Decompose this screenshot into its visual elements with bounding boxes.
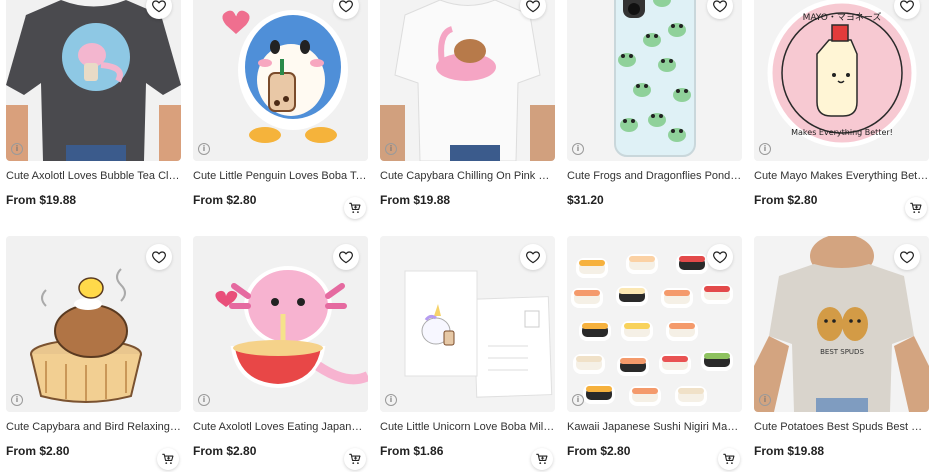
product-image[interactable]: BEST SPUDS i [754, 236, 929, 412]
product-price: From $19.88 [754, 444, 825, 458]
add-to-cart-icon[interactable] [905, 197, 927, 219]
product-title[interactable]: Cute Capybara Chilling On Pink Flamingo … [380, 170, 555, 182]
favorite-heart-icon[interactable] [707, 244, 733, 270]
penguin-sticker-image [193, 0, 368, 161]
product-card[interactable]: i Cute Capybara Chilling On Pink Flaming… [380, 0, 555, 221]
mayo-sticker-image: MAYO・マヨネーズ Makes Everything Better! [754, 0, 929, 161]
mayo-top-text: MAYO・マヨネーズ [803, 11, 882, 23]
product-title[interactable]: Kawaii Japanese Sushi Nigiri Maki Sticke… [567, 421, 742, 433]
product-price: From $2.80 [6, 444, 70, 458]
product-card[interactable]: i Cute Axolotl Loves Eating Japanese Ram… [193, 236, 368, 472]
info-icon[interactable]: i [572, 143, 584, 155]
product-card[interactable]: BEST SPUDS i Cute Potatoes Best Spuds Be… [754, 236, 929, 472]
add-to-cart-icon[interactable] [718, 448, 740, 470]
frog-phone-case-image [567, 0, 742, 161]
product-card[interactable]: i Cute Little Penguin Loves Boba Tea Sti… [193, 0, 368, 221]
product-image[interactable]: i [6, 0, 181, 161]
info-icon[interactable]: i [385, 143, 397, 155]
product-title[interactable]: Cute Axolotl Loves Eating Japanese Ramen… [193, 421, 368, 433]
product-title[interactable]: Cute Little Unicorn Love Boba Milk Tea P… [380, 421, 555, 433]
product-price: From $2.80 [193, 193, 257, 207]
product-price: From $1.86 [380, 444, 444, 458]
info-icon[interactable]: i [385, 394, 397, 406]
product-price: $31.20 [567, 193, 604, 207]
product-title[interactable]: Cute Little Penguin Loves Boba Tea Stick… [193, 170, 368, 182]
product-grid: i Cute Axolotl Loves Bubble Tea Classic … [0, 0, 937, 472]
product-card[interactable]: i Cute Frogs and Dragonflies Pond Phone … [567, 0, 742, 221]
info-icon[interactable]: i [759, 143, 771, 155]
add-to-cart-icon[interactable] [344, 448, 366, 470]
product-price: From $2.80 [193, 444, 257, 458]
product-image[interactable]: i [380, 236, 555, 412]
product-card[interactable]: i Kawaii Japanese Sushi Nigiri Maki Stic… [567, 236, 742, 472]
product-image[interactable]: i [193, 0, 368, 161]
product-image[interactable]: i [380, 0, 555, 161]
product-price: From $2.80 [754, 193, 818, 207]
product-card[interactable]: i Cute Axolotl Loves Bubble Tea Classic … [6, 0, 181, 221]
product-price: From $2.80 [567, 444, 631, 458]
favorite-heart-icon[interactable] [520, 244, 546, 270]
info-icon[interactable]: i [198, 143, 210, 155]
favorite-heart-icon[interactable] [146, 244, 172, 270]
product-price: From $19.88 [380, 193, 451, 207]
spuds-text: BEST SPUDS [820, 348, 864, 356]
product-card[interactable]: i Cute Little Unicorn Love Boba Milk Tea… [380, 236, 555, 472]
add-to-cart-icon[interactable] [157, 448, 179, 470]
axolotl-tshirt-image [6, 0, 181, 161]
product-image[interactable]: i [6, 236, 181, 412]
product-card[interactable]: MAYO・マヨネーズ Makes Everything Better! i Cu… [754, 0, 929, 221]
product-image[interactable]: i [567, 0, 742, 161]
product-title[interactable]: Cute Frogs and Dragonflies Pond Phone Ca… [567, 170, 742, 182]
info-icon[interactable]: i [11, 143, 23, 155]
product-price: From $19.88 [6, 193, 77, 207]
product-image[interactable]: i [567, 236, 742, 412]
info-icon[interactable]: i [759, 394, 771, 406]
info-icon[interactable]: i [198, 394, 210, 406]
add-to-cart-icon[interactable] [531, 448, 553, 470]
info-icon[interactable]: i [572, 394, 584, 406]
product-title[interactable]: Cute Potatoes Best Spuds Best Buds T-Shi… [754, 421, 929, 433]
product-title[interactable]: Cute Axolotl Loves Bubble Tea Classic T-… [6, 170, 181, 182]
capybara-tshirt-image [380, 0, 555, 161]
product-title[interactable]: Cute Capybara and Bird Relaxing in Onsen… [6, 421, 181, 433]
product-card[interactable]: i Cute Capybara and Bird Relaxing in Ons… [6, 236, 181, 472]
product-image[interactable]: MAYO・マヨネーズ Makes Everything Better! i [754, 0, 929, 161]
favorite-heart-icon[interactable] [333, 244, 359, 270]
add-to-cart-icon[interactable] [344, 197, 366, 219]
product-image[interactable]: i [193, 236, 368, 412]
favorite-heart-icon[interactable] [894, 244, 920, 270]
product-title[interactable]: Cute Mayo Makes Everything Better Sticke… [754, 170, 929, 182]
mayo-bottom-text: Makes Everything Better! [791, 128, 893, 137]
info-icon[interactable]: i [11, 394, 23, 406]
